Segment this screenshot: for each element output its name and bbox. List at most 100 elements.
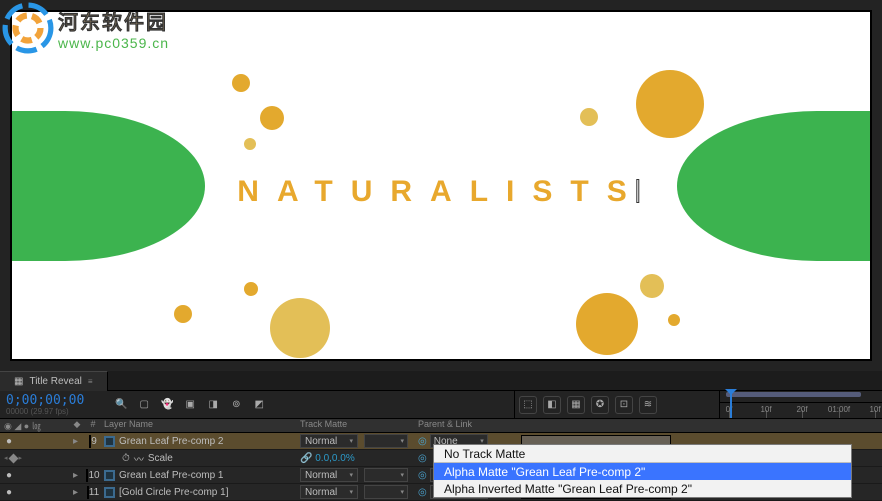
timeline-tab-label: Title Reveal <box>29 376 81 387</box>
watermark-url: www.pc0359.cn <box>58 35 169 51</box>
render-icon[interactable]: ⬚ <box>519 396 537 414</box>
gold-circle <box>244 138 256 150</box>
chevron-down-icon: ▾ <box>349 488 353 496</box>
scale-value[interactable]: 0.0,0.0% <box>315 453 354 464</box>
add-keyframe-icon[interactable] <box>8 453 18 463</box>
gold-circle <box>636 70 704 138</box>
col-layer-name[interactable]: Layer Name <box>102 419 300 432</box>
pickwhip-icon[interactable]: ◎ <box>418 470 427 481</box>
layer-index: 11 <box>84 487 102 498</box>
timeline-header-mid: ⬚ ◧ ▦ ✪ ⊡ ≋ <box>515 391 720 418</box>
ruler-tick-label: 01:00f <box>828 405 850 414</box>
shy-layers-icon[interactable]: 👻 <box>158 396 176 414</box>
gold-circle <box>260 106 284 130</box>
effects-icon[interactable]: ✪ <box>591 396 609 414</box>
timeline-tab[interactable]: ▦ Title Reveal ≡ <box>0 371 108 391</box>
layer-name[interactable]: Grean Leaf Pre-comp 2 <box>119 436 224 447</box>
visibility-icon[interactable]: ● <box>4 487 14 498</box>
graph-editor-icon[interactable]: ◩ <box>250 396 268 414</box>
gold-circle <box>244 282 258 296</box>
track-matte-menu-item[interactable]: Alpha Matte "Grean Leaf Pre-comp 2" <box>434 463 851 480</box>
layer-styles-icon[interactable]: ≋ <box>639 396 657 414</box>
blend-mode-select[interactable]: Normal▾ <box>300 485 358 499</box>
current-timecode[interactable]: 0;00;00;00 <box>6 393 84 408</box>
col-number[interactable]: # <box>84 419 102 432</box>
blend-mode-select[interactable]: Normal▾ <box>300 468 358 482</box>
track-matte-select[interactable]: ▾ <box>364 434 408 448</box>
label-color[interactable] <box>86 469 88 482</box>
label-color[interactable] <box>87 486 89 499</box>
chevron-down-icon: ▾ <box>400 471 404 479</box>
label-color[interactable] <box>89 435 91 448</box>
work-area-bar[interactable] <box>726 392 861 397</box>
expression-icon[interactable]: ⊡ <box>615 396 633 414</box>
track-matte-menu-item[interactable]: Alpha Inverted Matte "Grean Leaf Pre-com… <box>434 480 851 497</box>
tab-menu-icon[interactable]: ≡ <box>88 377 93 386</box>
time-ruler[interactable]: 0f10f20f01:00f10f <box>720 402 882 418</box>
frame-info: 00000 (29.97 fps) <box>6 407 84 416</box>
ruler-tick-label: 10f <box>760 405 771 414</box>
time-ruler-area[interactable]: 0f10f20f01:00f10f <box>720 391 882 418</box>
gold-circle <box>668 314 680 326</box>
col-track-matte[interactable]: Track Matte <box>300 419 416 432</box>
timeline-header: 0;00;00;00 00000 (29.97 fps) 🔍 ▢ 👻 ▣ ◨ ⊚… <box>0 391 882 419</box>
col-parent-link[interactable]: Parent & Link <box>416 419 515 432</box>
track-matte-select[interactable]: ▾ <box>364 468 408 482</box>
column-header: ◉ ◢ ● ㏒ ◆ # Layer Name Track Matte Paren… <box>0 419 882 433</box>
chevron-down-icon: ▾ <box>349 471 353 479</box>
constrain-icon[interactable]: 🔗 <box>300 453 312 464</box>
graph-icon[interactable]: 〰 <box>134 451 144 466</box>
comp-layer-icon <box>104 470 115 481</box>
watermark-title: 河东软件园 <box>58 6 169 35</box>
col-av-switches[interactable]: ◉ ◢ ● ㏒ <box>0 419 58 432</box>
stopwatch-icon[interactable]: ⏱ <box>122 453 130 464</box>
adjust-icon[interactable]: ◧ <box>543 396 561 414</box>
pickwhip-icon[interactable]: ◎ <box>418 453 427 464</box>
visibility-icon[interactable]: ● <box>4 436 14 447</box>
layer-name[interactable]: Grean Leaf Pre-comp 1 <box>119 470 224 481</box>
property-name: Scale <box>148 453 173 464</box>
watermark-logo-icon <box>2 2 54 54</box>
twirl-icon[interactable]: ▸ <box>73 470 78 481</box>
timeline-header-left: 0;00;00;00 00000 (29.97 fps) 🔍 ▢ 👻 ▣ ◨ ⊚… <box>0 391 515 418</box>
comp-layer-icon <box>104 487 115 498</box>
flow-icon: ▦ <box>14 376 23 387</box>
pickwhip-icon[interactable]: ◎ <box>418 487 427 498</box>
layer-index: 9 <box>84 436 102 447</box>
prev-keyframe-icon[interactable]: ◂ <box>4 454 8 462</box>
track-matte-menu: No Track MatteAlpha Matte "Grean Leaf Pr… <box>433 444 852 498</box>
layer-index: 10 <box>84 470 102 481</box>
draft3d-icon[interactable]: ▣ <box>181 396 199 414</box>
col-label[interactable]: ◆ <box>70 419 84 432</box>
track-matte-select[interactable]: ▾ <box>364 485 408 499</box>
comp-layer-icon <box>104 436 115 447</box>
chevron-down-icon: ▾ <box>400 488 404 496</box>
watermark: 河东软件园 www.pc0359.cn <box>2 2 169 54</box>
leaf-shape-left <box>10 111 205 261</box>
current-time-indicator[interactable] <box>730 391 732 418</box>
track-matte-menu-item[interactable]: No Track Matte <box>434 445 851 462</box>
visibility-icon[interactable]: ● <box>4 470 14 481</box>
composition-preview-wrap: NATURALISTS <box>0 0 882 371</box>
collapse-icon[interactable]: ▦ <box>567 396 585 414</box>
gold-circle <box>174 305 192 323</box>
composition-mini-icon[interactable]: ▢ <box>135 396 153 414</box>
next-keyframe-icon[interactable]: ▸ <box>19 454 23 462</box>
pickwhip-icon[interactable]: ◎ <box>418 436 427 447</box>
twirl-icon[interactable]: ▸ <box>73 436 78 447</box>
twirl-icon[interactable]: ▸ <box>73 487 78 498</box>
gold-circle <box>232 74 250 92</box>
gold-circle <box>270 298 330 358</box>
blend-mode-select[interactable]: Normal▾ <box>300 434 358 448</box>
motion-blur-icon[interactable]: ⊚ <box>227 396 245 414</box>
frame-blend-icon[interactable]: ◨ <box>204 396 222 414</box>
timeline-tabs: ▦ Title Reveal ≡ <box>0 371 882 391</box>
layer-name[interactable]: [Gold Circle Pre-comp 1] <box>119 487 228 498</box>
ruler-tick-label: 20f <box>796 405 807 414</box>
gold-circle <box>576 293 638 355</box>
chevron-down-icon: ▾ <box>400 437 404 445</box>
chevron-down-icon: ▾ <box>349 437 353 445</box>
search-icon[interactable]: 🔍 <box>112 396 130 414</box>
composition-preview[interactable]: NATURALISTS <box>10 10 872 361</box>
gold-circle <box>640 274 664 298</box>
